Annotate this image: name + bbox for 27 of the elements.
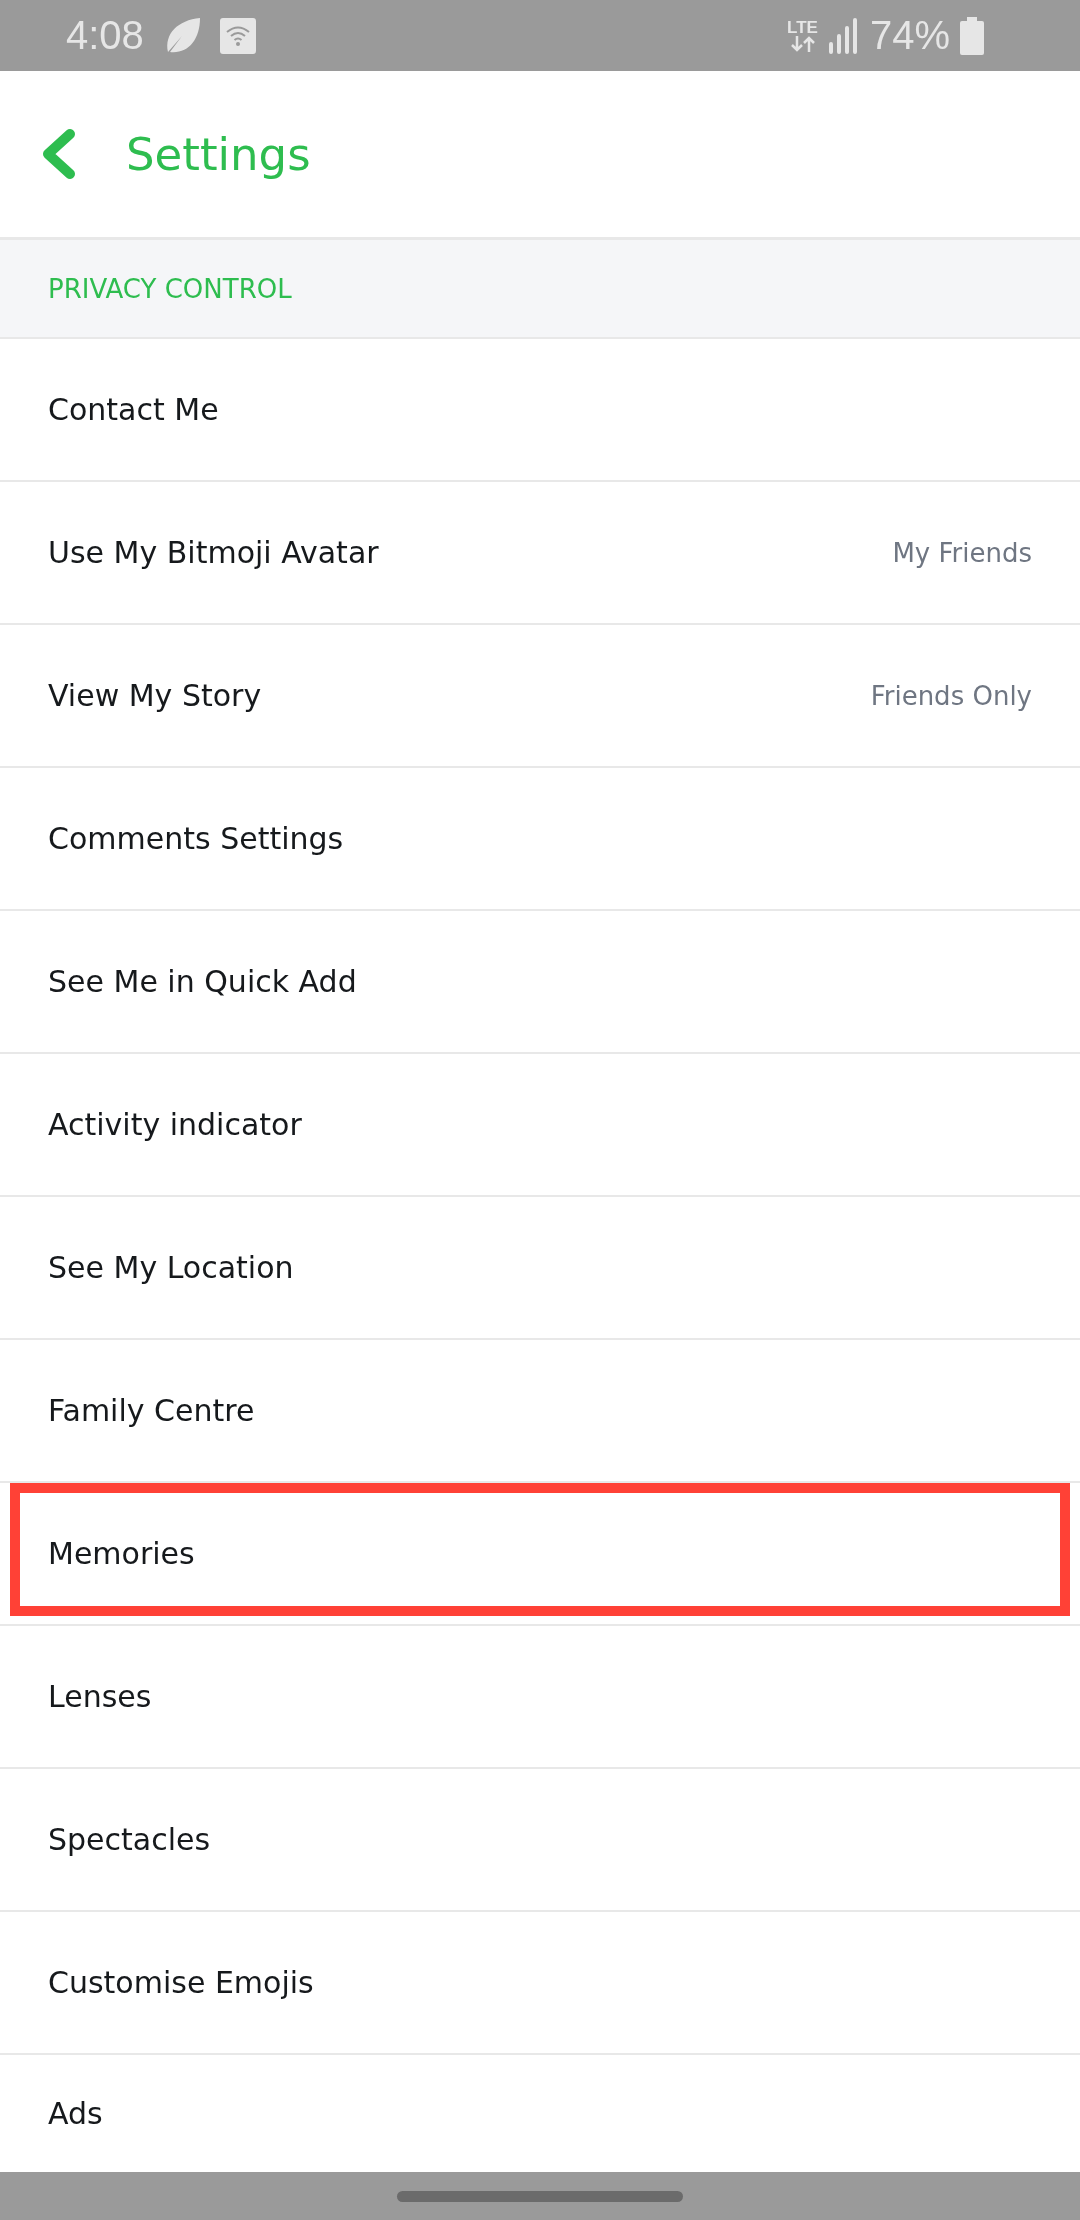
row-label: Ads [48,2096,103,2131]
battery-icon [960,16,984,55]
row-label: Memories [48,1536,195,1571]
settings-row[interactable]: Memories [0,1483,1080,1626]
row-label: Spectacles [48,1822,211,1857]
page-title: Settings [126,127,311,181]
signal-icon [827,17,860,54]
row-label: Customise Emojis [48,1965,314,2000]
row-label: See My Location [48,1250,294,1285]
row-label: Activity indicator [48,1107,302,1142]
row-label: Comments Settings [48,821,344,856]
data-arrows-icon [789,36,816,52]
wifi-icon [219,17,256,54]
section-title: PRIVACY CONTROL [48,273,292,304]
row-label: Family Centre [48,1393,255,1428]
clock: 4:08 [66,13,144,58]
battery-percent: 74% [869,13,950,58]
home-handle[interactable] [397,2190,683,2202]
row-value: Friends Only [870,680,1032,711]
row-value: My Friends [892,537,1032,568]
row-label: See Me in Quick Add [48,964,357,999]
row-label: View My Story [48,678,262,713]
row-label: Use My Bitmoji Avatar [48,535,379,570]
row-label: Lenses [48,1679,152,1714]
back-button[interactable] [40,128,76,180]
row-label: Contact Me [48,392,219,427]
network-type: LTE [787,19,818,36]
